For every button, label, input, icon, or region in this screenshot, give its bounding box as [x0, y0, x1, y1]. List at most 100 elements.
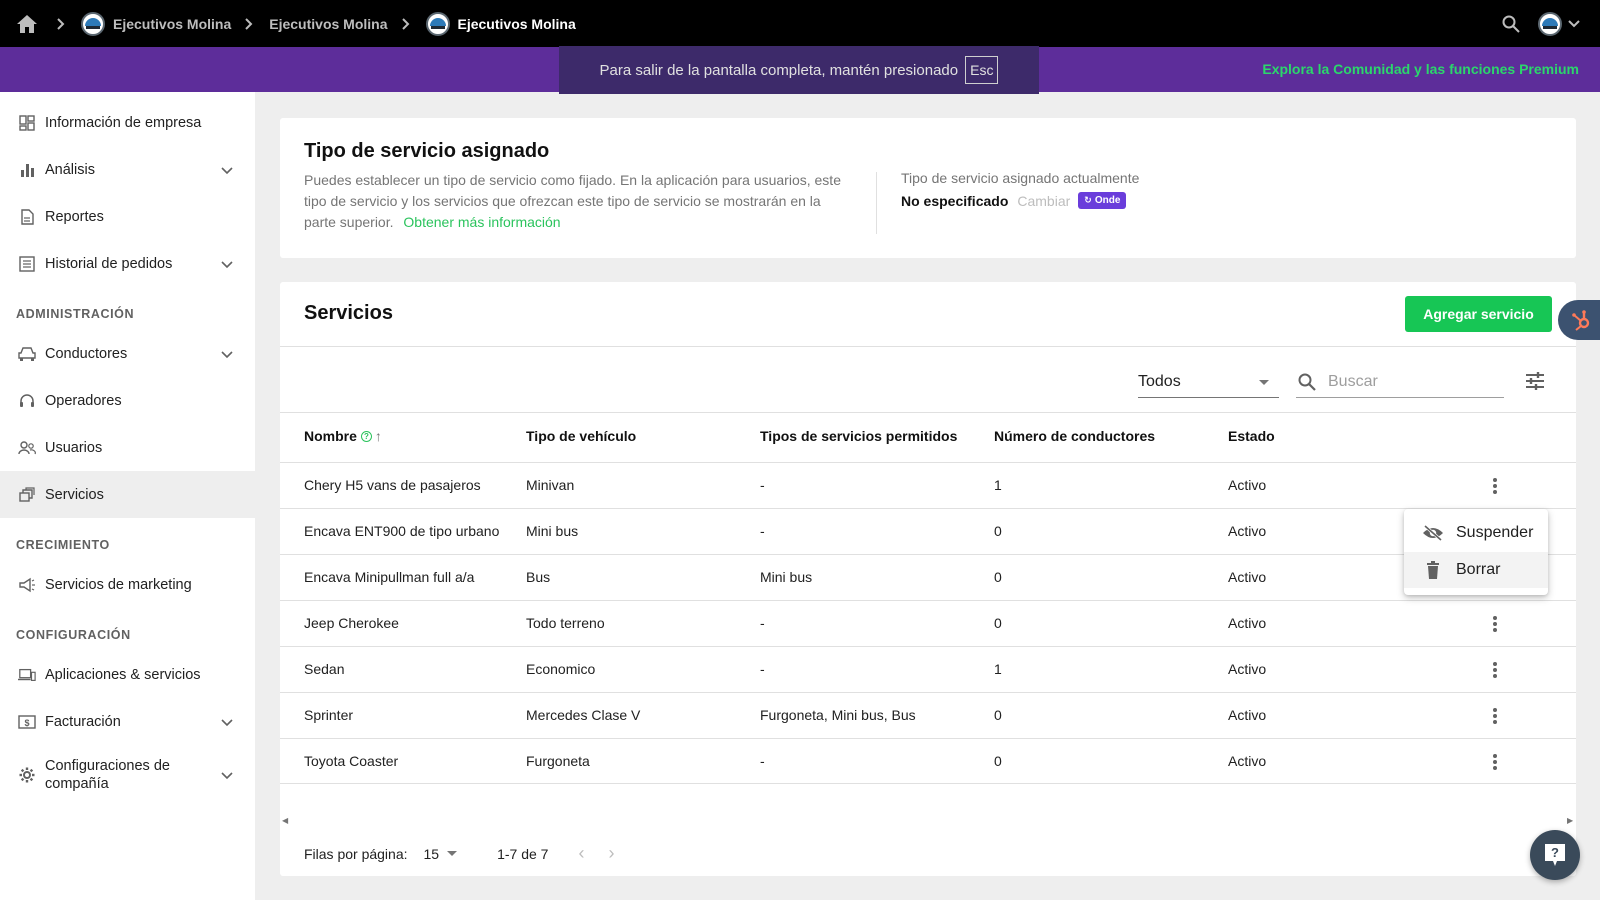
cell-allowed: -	[760, 477, 765, 493]
search-icon	[1298, 372, 1318, 392]
table-row[interactable]: Sprinter Mercedes Clase V Furgoneta, Min…	[280, 692, 1576, 738]
column-header-name[interactable]: Nombre ? ↑	[304, 428, 382, 444]
fullscreen-message: Para salir de la pantalla completa, mant…	[599, 61, 959, 79]
rows-per-page-select[interactable]: 15	[424, 846, 458, 862]
sidebar-item-label: Información de empresa	[45, 114, 202, 131]
onde-logo-icon: ↻	[1084, 195, 1092, 205]
esc-key: Esc	[965, 56, 999, 84]
table-row[interactable]: Jeep Cherokee Todo terreno - 0 Activo	[280, 600, 1576, 646]
svg-text:?: ?	[1551, 845, 1559, 860]
list-icon	[18, 255, 36, 273]
hubspot-logo-icon	[1572, 310, 1590, 331]
table-row[interactable]: Toyota Coaster Furgoneta - 0 Activo	[280, 738, 1576, 784]
sidebar-item-company-info[interactable]: Información de empresa	[0, 99, 255, 146]
breadcrumb-item[interactable]: Ejecutivos Molina	[269, 16, 387, 32]
help-chat-button[interactable]: ?	[1530, 830, 1580, 880]
filter-settings-icon[interactable]	[1524, 370, 1546, 392]
devices-icon	[18, 666, 36, 684]
svg-text:$: $	[24, 718, 29, 728]
cell-name: Encava ENT900 de tipo urbano	[304, 523, 500, 539]
section-header-growth: CRECIMIENTO	[16, 538, 110, 552]
breadcrumb-item[interactable]: Ejecutivos Molina	[81, 11, 231, 36]
chevron-right-icon	[401, 17, 410, 30]
cell-drivers: 0	[994, 753, 1002, 769]
cell-allowed: Mini bus	[760, 569, 813, 585]
cell-status: Activo	[1228, 661, 1267, 677]
menu-item-delete[interactable]: Borrar	[1404, 552, 1548, 588]
rows-per-page-label: Filas por página:	[304, 845, 408, 862]
cell-status: Activo	[1228, 615, 1267, 631]
cell-drivers: 0	[994, 707, 1002, 723]
chevron-down-icon	[221, 772, 233, 780]
search-field	[1296, 366, 1504, 398]
trash-icon	[1422, 559, 1444, 581]
sidebar-item-apps[interactable]: Aplicaciones & servicios	[0, 651, 255, 698]
dashboard-icon	[18, 114, 36, 132]
account-menu[interactable]	[1538, 11, 1580, 36]
caret-down-icon	[447, 851, 458, 856]
current-service-value: No especificado	[901, 192, 1009, 209]
table-row[interactable]: Sedan Economico - 1 Activo	[280, 646, 1576, 692]
more-vert-icon[interactable]	[1485, 659, 1505, 681]
table-row[interactable]: Encava Minipullman full a/a Bus Mini bus…	[280, 554, 1576, 600]
help-icon[interactable]: ?	[360, 430, 372, 442]
cell-drivers: 0	[994, 615, 1002, 631]
divider	[280, 346, 1576, 347]
premium-link[interactable]: Explora la Comunidad y las funciones Pre…	[1262, 61, 1579, 77]
sidebar-item-services[interactable]: Servicios	[0, 471, 255, 518]
sidebar-item-label: Servicios	[45, 486, 104, 503]
sidebar-item-analytics[interactable]: Análisis	[0, 146, 255, 193]
sidebar-item-drivers[interactable]: Conductores	[0, 330, 255, 377]
scroll-left-icon[interactable]: ◀	[282, 816, 288, 825]
cell-status: Activo	[1228, 753, 1267, 769]
headset-icon	[18, 392, 36, 410]
change-link[interactable]: Cambiar	[1017, 193, 1070, 209]
table-row[interactable]: Chery H5 vans de pasajeros Minivan - 1 A…	[280, 462, 1576, 508]
cell-allowed: -	[760, 753, 765, 769]
assigned-service-card: Tipo de servicio asignado Puedes estable…	[280, 118, 1576, 258]
sidebar-item-billing[interactable]: $ Facturación	[0, 698, 255, 745]
table-row[interactable]: Encava ENT900 de tipo urbano Mini bus - …	[280, 508, 1576, 554]
sidebar-item-users[interactable]: Usuarios	[0, 424, 255, 471]
home-icon[interactable]	[17, 13, 39, 35]
cell-vehicle: Economico	[526, 661, 596, 677]
scroll-right-icon[interactable]: ▶	[1567, 816, 1573, 825]
status-filter-select[interactable]: Todos	[1138, 366, 1279, 398]
section-header-config: CONFIGURACIÓN	[16, 628, 131, 642]
sidebar-item-label: Análisis	[45, 161, 95, 178]
company-logo-icon	[81, 11, 105, 36]
sidebar-item-label: Usuarios	[45, 439, 103, 456]
sidebar-item-order-history[interactable]: Historial de pedidos	[0, 240, 255, 287]
sidebar-item-reports[interactable]: Reportes	[0, 193, 255, 240]
menu-item-suspend[interactable]: Suspender	[1404, 515, 1548, 551]
more-vert-icon[interactable]	[1485, 751, 1505, 773]
more-vert-icon[interactable]	[1485, 705, 1505, 727]
previous-page-icon[interactable]: ‹	[578, 843, 584, 864]
add-service-button[interactable]: Agregar servicio	[1405, 296, 1552, 332]
learn-more-link[interactable]: Obtener más información	[403, 214, 560, 230]
breadcrumb-item-current[interactable]: Ejecutivos Molina	[425, 11, 576, 36]
more-vert-icon[interactable]	[1485, 613, 1505, 635]
sort-ascending-icon[interactable]: ↑	[375, 428, 382, 444]
search-input[interactable]	[1328, 372, 1488, 391]
sidebar-item-label: Facturación	[45, 713, 121, 730]
page-range: 1-7 de 7	[497, 845, 549, 862]
more-vert-icon[interactable]	[1485, 475, 1505, 497]
search-icon[interactable]	[1500, 13, 1522, 35]
sidebar-item-marketing[interactable]: Servicios de marketing	[0, 561, 255, 608]
sidebar-item-operators[interactable]: Operadores	[0, 377, 255, 424]
sidebar-item-label: Conductores	[45, 345, 128, 362]
next-page-icon[interactable]: ›	[608, 843, 614, 864]
breadcrumb-label: Ejecutivos Molina	[269, 15, 388, 32]
cell-allowed: -	[760, 661, 765, 677]
pagination: Filas por página: 15 1-7 de 7 ‹ ›	[304, 843, 638, 864]
company-logo-icon	[425, 11, 450, 36]
chevron-right-icon	[245, 17, 253, 30]
sidebar-item-label: Operadores	[45, 392, 122, 409]
sidebar-item-company-settings[interactable]: Configuraciones de compañía	[0, 748, 255, 802]
description-text: Puedes establecer un tipo de servicio co…	[304, 172, 841, 230]
section-header-admin: ADMINISTRACIÓN	[16, 307, 135, 321]
chevron-down-icon	[221, 260, 233, 268]
cell-status: Activo	[1228, 523, 1267, 539]
hubspot-widget[interactable]	[1558, 300, 1600, 340]
